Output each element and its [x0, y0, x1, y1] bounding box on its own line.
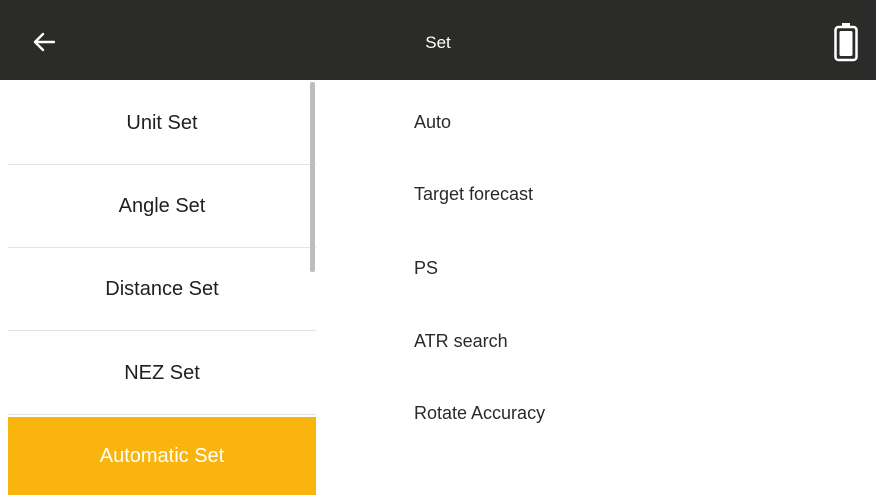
sidebar-scrollbar[interactable]: [310, 82, 315, 272]
left-margin: [0, 82, 8, 495]
sidebar-item-angle-set[interactable]: Angle Set: [8, 165, 316, 248]
option-rotate-accuracy[interactable]: Rotate Accuracy: [414, 403, 545, 424]
option-auto[interactable]: Auto: [414, 112, 451, 133]
battery-icon: [834, 23, 858, 62]
sidebar-item-label: NEZ Set: [124, 361, 200, 384]
option-atr-search[interactable]: ATR search: [414, 331, 508, 352]
sidebar-menu: Unit Set Angle Set Distance Set NEZ Set …: [8, 82, 316, 495]
sidebar-item-distance-set[interactable]: Distance Set: [8, 248, 316, 331]
sidebar-item-unit-set[interactable]: Unit Set: [8, 82, 316, 165]
sidebar-item-label: Angle Set: [118, 194, 206, 217]
sidebar-item-label: Unit Set: [126, 111, 198, 134]
option-target-forecast[interactable]: Target forecast: [414, 184, 533, 205]
sidebar-item-automatic-set[interactable]: Automatic Set: [8, 417, 316, 495]
sidebar-item-label: Automatic Set: [99, 444, 225, 467]
sidebar-item-nez-set[interactable]: NEZ Set: [8, 332, 316, 415]
option-ps[interactable]: PS: [414, 258, 438, 279]
sidebar-item-label: Distance Set: [105, 277, 219, 300]
page-title: Set: [425, 33, 451, 52]
top-bar: Set: [0, 0, 876, 80]
